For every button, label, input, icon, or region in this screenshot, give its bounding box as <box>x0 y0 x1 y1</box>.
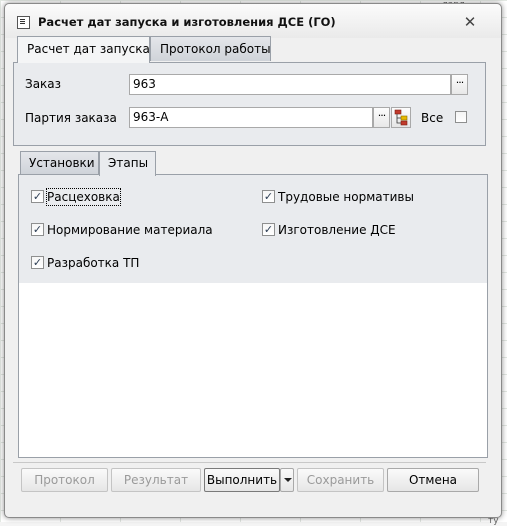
stage-checkbox[interactable]: ✓ <box>31 256 44 269</box>
result-button[interactable]: Результат <box>111 468 201 492</box>
order-browse-button[interactable]: ··· <box>451 74 468 95</box>
batch-field[interactable]: 963-А <box>129 107 373 128</box>
execute-dropdown-arrow[interactable] <box>280 468 294 492</box>
tab-settings[interactable]: Установки <box>20 151 99 174</box>
execute-button[interactable]: Выполнить <box>204 468 280 492</box>
save-button[interactable]: Сохранить <box>297 468 384 492</box>
stage-label: Изготовление ДСЕ <box>278 223 396 237</box>
tab-launch-dates[interactable]: Расчет дат запуска <box>17 36 150 63</box>
hierarchy-button[interactable] <box>391 107 411 128</box>
batch-label: Партия заказа <box>25 111 117 125</box>
stage-checkbox[interactable]: ✓ <box>262 190 275 203</box>
stage-checkbox[interactable]: ✓ <box>31 223 44 236</box>
document-icon <box>17 16 30 29</box>
stage-label: Трудовые нормативы <box>278 190 414 204</box>
close-button[interactable]: ✕ <box>462 14 478 30</box>
batch-browse-button[interactable]: ··· <box>373 107 390 128</box>
all-label: Все <box>421 111 444 125</box>
all-checkbox[interactable] <box>455 111 467 123</box>
window-title: Расчет дат запуска и изготовления ДСЕ (Г… <box>38 15 336 29</box>
title-bar[interactable]: Расчет дат запуска и изготовления ДСЕ (Г… <box>5 4 501 38</box>
footer-divider <box>13 462 486 463</box>
tab-work-protocol[interactable]: Протокол работы <box>150 36 271 61</box>
stage-label: Расцеховка <box>46 188 121 206</box>
stages-panel <box>18 174 488 458</box>
stage-label: Нормирование материала <box>47 223 213 237</box>
protocol-button[interactable]: Протокол <box>21 468 108 492</box>
stage-checkbox[interactable]: ✓ <box>31 190 44 203</box>
cancel-button[interactable]: Отмена <box>387 468 479 492</box>
hierarchy-icon <box>394 109 408 126</box>
tab-stages[interactable]: Этапы <box>99 151 156 176</box>
stage-label: Разработка ТП <box>47 256 140 270</box>
order-field[interactable]: 963 <box>129 74 451 95</box>
stage-checkbox[interactable]: ✓ <box>262 223 275 236</box>
order-label: Заказ <box>25 77 62 91</box>
